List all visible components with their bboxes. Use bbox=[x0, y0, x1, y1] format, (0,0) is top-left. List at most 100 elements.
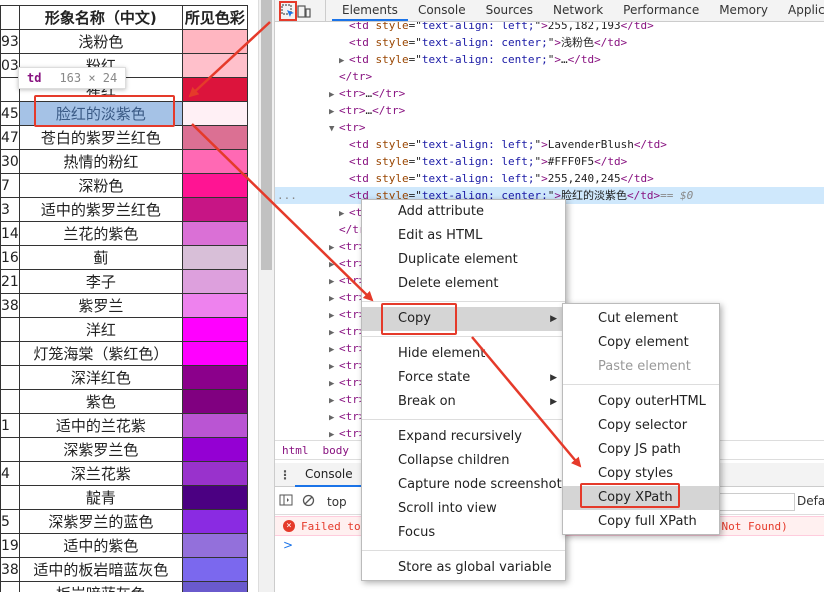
color-swatch-cell bbox=[181, 365, 248, 390]
tag-bracket: > bbox=[541, 155, 548, 168]
color-swatch-cell bbox=[181, 149, 248, 174]
rgb-cell: 4 bbox=[0, 461, 20, 486]
dom-node-content: <td style="text-align: left;">LavenderBl… bbox=[349, 136, 667, 153]
highlight-selected-cell bbox=[34, 95, 175, 127]
menu-item-collapse-children[interactable]: Collapse children bbox=[362, 449, 565, 473]
device-toolbar-icon[interactable] bbox=[297, 0, 311, 22]
dom-node-line[interactable]: <td style="text-align: left;">#FFF0F5</t… bbox=[275, 153, 824, 170]
tab-applicat[interactable]: Applicat bbox=[778, 0, 824, 21]
expand-triangle-icon[interactable]: ▶ bbox=[329, 427, 339, 440]
menu-item-duplicate-element[interactable]: Duplicate element bbox=[362, 248, 565, 272]
tab-console[interactable]: Console bbox=[408, 0, 476, 21]
table-row: 1 适中的兰花紫 bbox=[0, 413, 248, 438]
menu-item-force-state[interactable]: Force state ▶ bbox=[362, 366, 565, 390]
tab-memory[interactable]: Memory bbox=[709, 0, 778, 21]
opening-tag: <tr bbox=[339, 376, 359, 389]
tag-bracket: > bbox=[554, 53, 561, 66]
menu-item-cut-element[interactable]: Cut element bbox=[563, 307, 719, 331]
menu-separator bbox=[362, 336, 565, 337]
dom-node-line[interactable]: ▶ <tr>…</tr> bbox=[275, 102, 824, 119]
menu-item-copy-full-xpath[interactable]: Copy full XPath bbox=[563, 510, 719, 534]
dom-node-line[interactable]: </tr> bbox=[275, 68, 824, 85]
closing-tag: </td> bbox=[620, 22, 654, 32]
rgb-cell: 45 bbox=[0, 101, 20, 126]
menu-item-scroll-into-view[interactable]: Scroll into view bbox=[362, 497, 565, 521]
dom-node-line[interactable]: <td style="text-align: left;">LavenderBl… bbox=[275, 136, 824, 153]
opening-tag: <td bbox=[349, 155, 369, 168]
rgb-cell bbox=[0, 389, 20, 414]
menu-item-break-on[interactable]: Break on ▶ bbox=[362, 390, 565, 414]
color-swatch-cell bbox=[181, 461, 248, 486]
color-swatch-cell bbox=[181, 341, 248, 366]
dom-node-line[interactable]: ▶ <td style="text-align: center;">…</td> bbox=[275, 51, 824, 68]
color-swatch-cell bbox=[181, 245, 248, 270]
breadcrumb-body[interactable]: body bbox=[316, 444, 357, 457]
menu-item-focus[interactable]: Focus bbox=[362, 521, 565, 545]
menu-item-copy-element[interactable]: Copy element bbox=[563, 331, 719, 355]
tag-bracket: > bbox=[554, 36, 561, 49]
dom-node-menu-icon[interactable]: ... bbox=[277, 187, 297, 204]
drawer-menu-icon[interactable]: ⋮ bbox=[275, 468, 295, 482]
rgb-cell: 03 bbox=[0, 53, 20, 78]
menu-item-expand-recursively[interactable]: Expand recursively bbox=[362, 425, 565, 449]
table-row: 14 兰花的紫色 bbox=[0, 221, 248, 246]
inspect-element-icon[interactable] bbox=[279, 1, 297, 21]
tab-elements[interactable]: Elements bbox=[332, 0, 408, 21]
color-name-cell: 深紫罗兰的蓝色 bbox=[18, 509, 183, 534]
rgb-cell bbox=[0, 341, 20, 366]
table-row: 7 深粉色 bbox=[0, 173, 248, 198]
menu-item-delete-element[interactable]: Delete element bbox=[362, 272, 565, 296]
opening-tag: <tr bbox=[339, 308, 359, 321]
menu-item-copy-selector[interactable]: Copy selector bbox=[563, 414, 719, 438]
menu-item-copy-outerhtml[interactable]: Copy outerHTML bbox=[563, 390, 719, 414]
table-row: 紫色 bbox=[0, 389, 248, 414]
dom-node-content: <td style="text-align: left;">255,182,19… bbox=[349, 22, 654, 34]
closing-tag: </td> bbox=[567, 53, 601, 66]
dom-node-line[interactable]: <td style="text-align: left;">255,240,24… bbox=[275, 170, 824, 187]
clear-console-icon[interactable] bbox=[297, 494, 319, 510]
table-row: 21 李子 bbox=[0, 269, 248, 294]
color-swatch-cell bbox=[181, 173, 248, 198]
color-name-cell: 板岩暗蓝灰色 bbox=[18, 581, 183, 592]
attr-eq: =" bbox=[408, 22, 422, 32]
menu-item-edit-as-html[interactable]: Edit as HTML bbox=[362, 224, 565, 248]
tab-sources[interactable]: Sources bbox=[476, 0, 543, 21]
tab-network[interactable]: Network bbox=[543, 0, 613, 21]
color-name-cell: 紫色 bbox=[18, 389, 183, 414]
breadcrumb-html[interactable]: html bbox=[275, 444, 316, 457]
attr-value: text-align: left; bbox=[421, 22, 535, 32]
menu-item-hide-element[interactable]: Hide element bbox=[362, 342, 565, 366]
menu-item-capture-node-screenshot[interactable]: Capture node screenshot bbox=[362, 473, 565, 497]
console-filter-input[interactable] bbox=[715, 493, 795, 511]
log-levels-dropdown[interactable]: Defau bbox=[797, 494, 824, 508]
menu-item-label: Delete element bbox=[398, 276, 499, 291]
dom-node-line[interactable]: <td style="text-align: center;">浅粉色</td> bbox=[275, 34, 824, 51]
menu-item-copy-js-path[interactable]: Copy JS path bbox=[563, 438, 719, 462]
table-row: 洋红 bbox=[0, 317, 248, 342]
opening-tag: <tr bbox=[339, 257, 359, 270]
table-header-row: 形象名称（中文) 所见色彩 bbox=[0, 5, 248, 30]
menu-item-add-attribute[interactable]: Add attribute bbox=[362, 200, 565, 224]
color-swatch-cell bbox=[181, 101, 248, 126]
color-swatch-cell bbox=[181, 485, 248, 510]
attr-eq: =" bbox=[408, 172, 422, 185]
element-context-menu: Add attribute Edit as HTML Duplicate eleme… bbox=[361, 199, 566, 581]
rgb-cell bbox=[0, 77, 20, 102]
dom-node-line[interactable]: <td style="text-align: left;">255,182,19… bbox=[275, 22, 824, 34]
menu-item-store-as-global-variable[interactable]: Store as global variable bbox=[362, 556, 565, 580]
color-swatch-cell bbox=[181, 197, 248, 222]
scrollbar-thumb[interactable] bbox=[261, 0, 272, 270]
page-scrollbar[interactable] bbox=[258, 0, 274, 592]
menu-item-label: Expand recursively bbox=[398, 429, 522, 444]
console-context-selector[interactable]: top bbox=[327, 495, 347, 509]
tab-performance[interactable]: Performance bbox=[613, 0, 709, 21]
sidebar-toggle-icon[interactable] bbox=[275, 494, 297, 509]
tab-console-drawer[interactable]: Console bbox=[295, 463, 363, 487]
attr-name: style bbox=[368, 36, 409, 49]
console-prompt[interactable]: > bbox=[283, 538, 293, 552]
rgb-cell: 21 bbox=[0, 269, 20, 294]
dom-node-line[interactable]: ▶ <tr>…</tr> bbox=[275, 85, 824, 102]
dom-node-line[interactable]: ▼ <tr> bbox=[275, 119, 824, 136]
table-row: 19 适中的紫色 bbox=[0, 533, 248, 558]
tooltip-tag: td bbox=[27, 71, 42, 85]
